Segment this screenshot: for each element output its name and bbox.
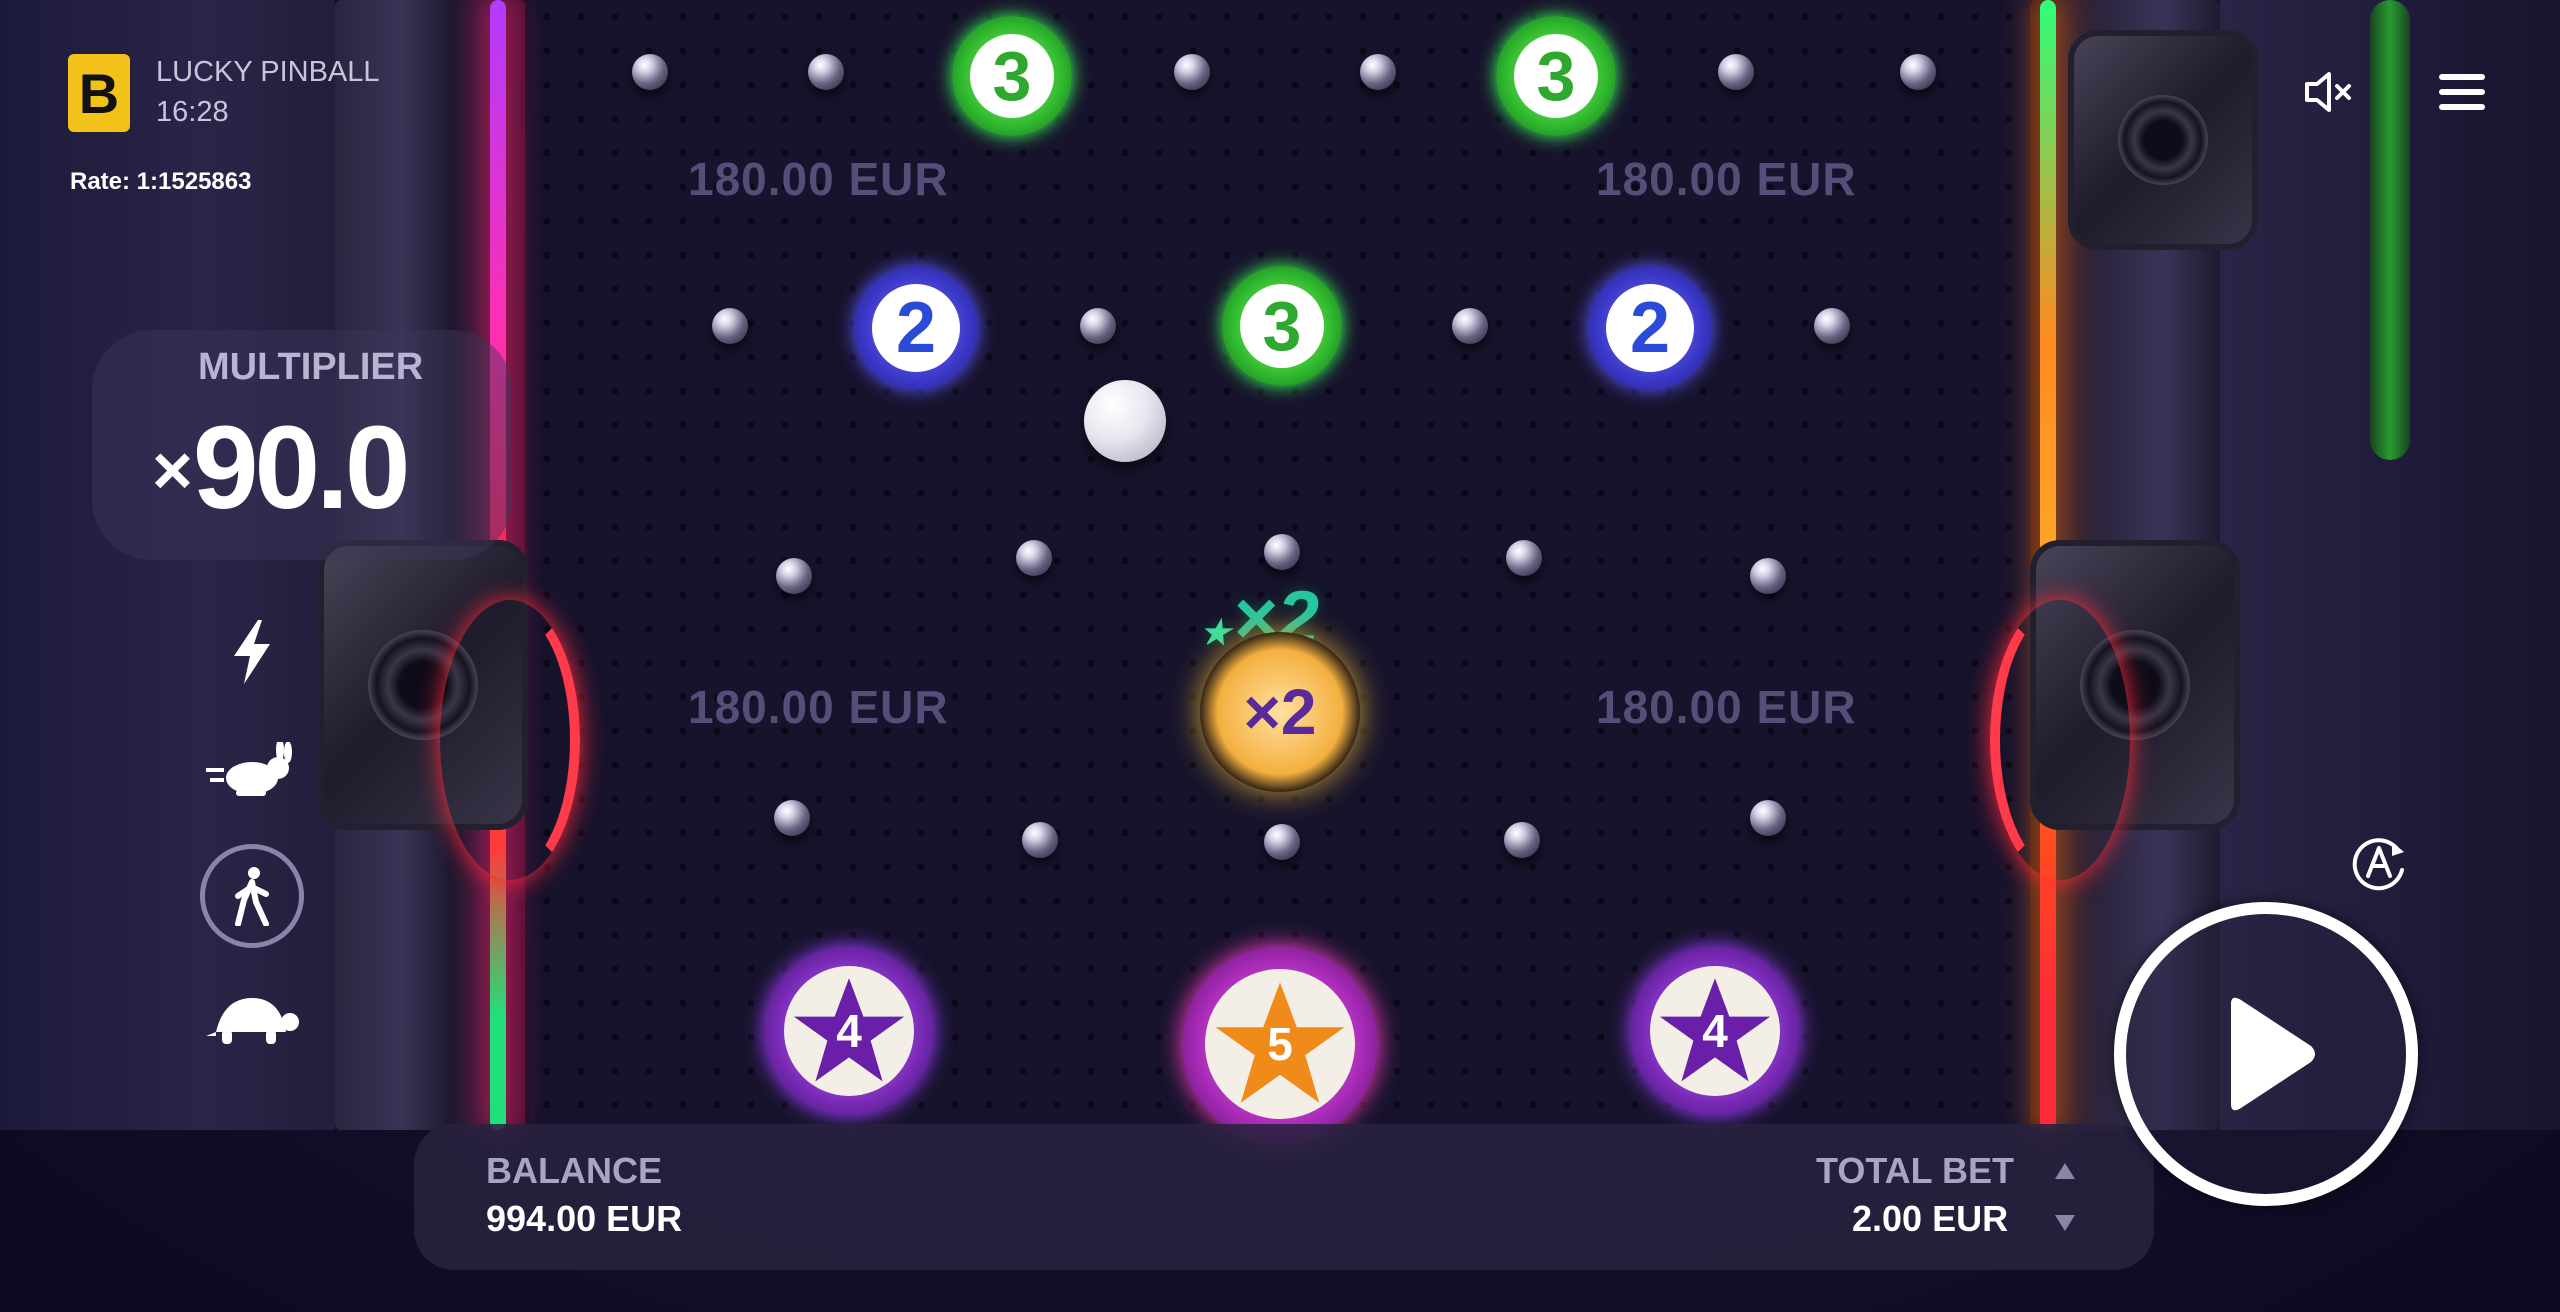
total-bet-value: 2.00 EUR (1852, 1198, 2009, 1239)
star-token-4: 4 (764, 946, 934, 1116)
token-3: 3 (1496, 16, 1616, 136)
multiplier-number: 90.0 (192, 402, 411, 534)
turtle-icon (206, 998, 299, 1044)
token-number: 2 (872, 284, 960, 372)
peg (1264, 824, 1300, 860)
peg (808, 54, 844, 90)
star-ring: 4 (784, 966, 914, 1096)
triangle-up-icon (2055, 1163, 2075, 1179)
launcher-eye (2118, 95, 2208, 185)
peg (632, 54, 668, 90)
top-right-launcher (2068, 30, 2258, 250)
multiplier-token: ×2 (1200, 632, 1360, 792)
peg (1080, 308, 1116, 344)
prize-label: 180.00 EUR (1596, 153, 1857, 205)
balance-value: 994.00 EUR (486, 1198, 683, 1239)
peg (774, 800, 810, 836)
speed-normal-button[interactable] (200, 844, 304, 948)
multiplier-token-text: ×2 (1243, 676, 1317, 748)
peg (1264, 534, 1300, 570)
speed-turbo-button[interactable] (200, 600, 304, 704)
peg (1022, 822, 1058, 858)
play-icon (2231, 997, 2315, 1111)
autoplay-button[interactable] (2346, 830, 2412, 896)
speed-fast-button[interactable] (200, 720, 304, 824)
total-bet-label: TOTAL BET (1816, 1150, 2014, 1191)
prize-label: 180.00 EUR (688, 153, 949, 205)
token-2: 2 (854, 266, 978, 390)
star-ring: 4 (1650, 966, 1780, 1096)
token-number: 3 (1240, 284, 1324, 368)
token-3: 3 (952, 16, 1072, 136)
speed-slow-button[interactable] (200, 968, 304, 1072)
peg (1504, 822, 1540, 858)
peg (1750, 800, 1786, 836)
speaker-muted-icon (2305, 72, 2351, 112)
bottom-bar (414, 1124, 2154, 1270)
prize-label: 180.00 EUR (1596, 681, 1857, 733)
triangle-down-icon (2055, 1215, 2075, 1231)
right-bumper-arc (1990, 600, 2130, 880)
sparkle-star-icon: ★ (1200, 614, 1231, 652)
pinball-ball (1084, 380, 1166, 462)
peg (1718, 54, 1754, 90)
peg (1814, 308, 1850, 344)
rate-label: Rate: 1:1525863 (70, 168, 252, 195)
multiplier-value: ×90.0 (152, 400, 411, 536)
token-number: 3 (970, 34, 1054, 118)
sound-toggle-button[interactable] (2296, 64, 2360, 120)
clock: 16:28 (156, 96, 229, 128)
peg (1452, 308, 1488, 344)
star-number: 5 (1267, 1018, 1293, 1070)
star-number: 4 (1702, 1005, 1728, 1057)
star-token-5: 5 (1182, 946, 1378, 1142)
walking-person-icon (235, 867, 269, 926)
token-3: 3 (1222, 266, 1342, 386)
green-tube-decoration (2370, 0, 2410, 460)
lightning-icon (234, 620, 270, 684)
game-title: LUCKY PINBALL (156, 56, 380, 88)
hamburger-menu-icon (2439, 74, 2485, 110)
bet-decrease-button[interactable] (2050, 1208, 2080, 1238)
star-ring: 5 (1205, 969, 1355, 1119)
rabbit-icon (206, 742, 292, 796)
peg (1174, 54, 1210, 90)
peg (1506, 540, 1542, 576)
peg (1900, 54, 1936, 90)
star-token-4: 4 (1630, 946, 1800, 1116)
token-number: 2 (1606, 284, 1694, 372)
token-2: 2 (1588, 266, 1712, 390)
peg (1016, 540, 1052, 576)
peg (712, 308, 748, 344)
prize-label: 180.00 EUR (688, 681, 949, 733)
balance-label: BALANCE (486, 1150, 662, 1191)
token-number: 3 (1514, 34, 1598, 118)
peg (1750, 558, 1786, 594)
autoplay-icon (2352, 838, 2404, 891)
play-button[interactable] (2114, 902, 2418, 1206)
star-number: 4 (836, 1005, 862, 1057)
bet-increase-button[interactable] (2050, 1156, 2080, 1186)
left-bumper-arc (440, 600, 580, 880)
multiplier-prefix: × (152, 431, 193, 509)
menu-button[interactable] (2434, 66, 2490, 118)
peg (1360, 54, 1396, 90)
multiplier-label: MULTIPLIER (198, 346, 424, 388)
peg (776, 558, 812, 594)
brand-logo: B (68, 54, 130, 132)
